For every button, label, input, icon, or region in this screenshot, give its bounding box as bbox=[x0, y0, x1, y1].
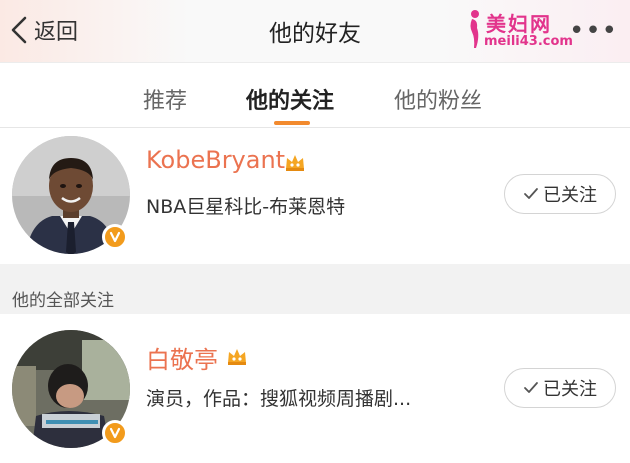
tab-bar: 推荐 他的关注 他的粉丝 bbox=[0, 62, 630, 128]
user-description: NBA巨星科比-布莱恩特 bbox=[146, 196, 346, 218]
tab-his-followers[interactable]: 他的粉丝 bbox=[394, 83, 482, 115]
checkmark-icon bbox=[524, 188, 538, 199]
user-name[interactable]: KobeBryant bbox=[146, 146, 285, 174]
following-list-item[interactable]: 白敬亭 演员，作品：搜狐视频周播剧... 已关注 bbox=[0, 314, 630, 463]
section-title: 他的全部关注 bbox=[12, 291, 114, 311]
checkmark-icon bbox=[524, 382, 538, 393]
following-button[interactable]: 已关注 bbox=[504, 368, 616, 408]
tab-recommended[interactable]: 推荐 bbox=[143, 83, 187, 115]
vip-crown-icon bbox=[228, 349, 246, 365]
watermark-logo: 美妇网 meili43.com bbox=[462, 6, 582, 54]
following-button[interactable]: 已关注 bbox=[504, 174, 616, 214]
verified-badge-icon bbox=[102, 420, 128, 446]
top-bar: 返回 他的好友 美妇网 meili43.com ••• bbox=[0, 0, 630, 62]
vip-crown-icon bbox=[286, 155, 304, 171]
following-button-label: 已关注 bbox=[543, 379, 597, 400]
more-menu-button[interactable]: ••• bbox=[569, 16, 618, 46]
section-header: 他的全部关注 bbox=[0, 264, 630, 314]
active-tab-indicator bbox=[274, 121, 310, 125]
verified-badge-icon bbox=[102, 224, 128, 250]
watermark-title: 美妇网 bbox=[486, 12, 552, 36]
watermark-url: meili43.com bbox=[484, 34, 573, 49]
user-name[interactable]: 白敬亭 bbox=[146, 340, 218, 375]
tab-his-following[interactable]: 他的关注 bbox=[246, 83, 334, 115]
following-button-label: 已关注 bbox=[543, 185, 597, 206]
woman-silhouette-icon bbox=[470, 10, 479, 48]
user-description: 演员，作品：搜狐视频周播剧... bbox=[146, 388, 412, 410]
featured-user-card[interactable]: KobeBryant NBA巨星科比-布莱恩特 已关注 bbox=[0, 128, 630, 264]
